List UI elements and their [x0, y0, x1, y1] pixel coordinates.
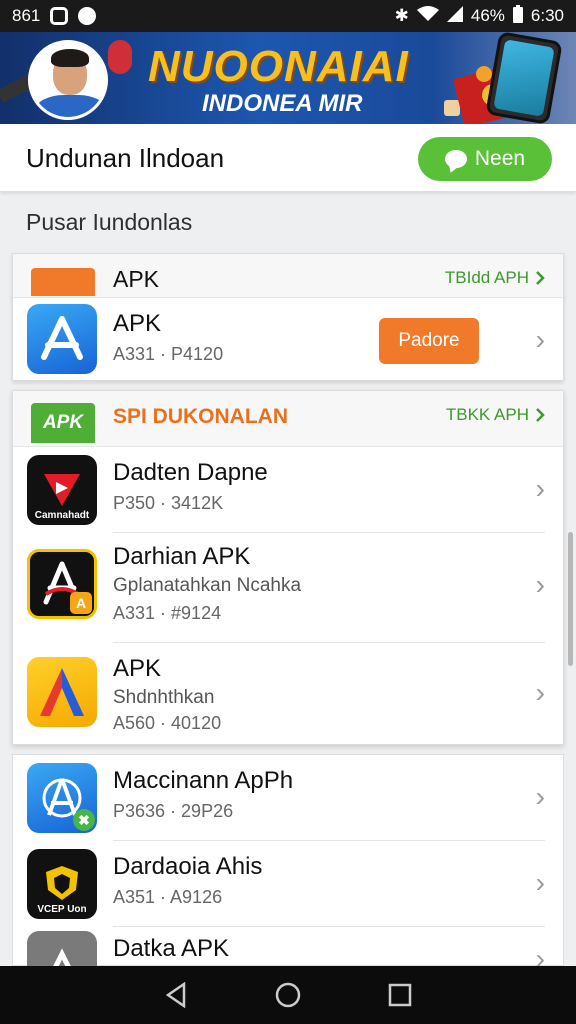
apk-badge: APK — [31, 403, 95, 443]
featured-more-link[interactable]: TBIdd APH — [445, 268, 545, 288]
promo-banner[interactable]: NUOONAIAI INDONEA MIR — [0, 32, 576, 124]
apk-triangle-icon — [27, 657, 97, 727]
app-name: Dadten Dapne — [113, 459, 268, 486]
recents-square-icon — [388, 983, 412, 1007]
app-name: APK — [113, 655, 162, 682]
coin-graphic — [476, 66, 492, 82]
bluetooth-icon: ✱ — [394, 6, 409, 25]
app-name: Datka APK — [113, 935, 230, 962]
chevron-right-icon: › — [535, 569, 545, 600]
back-triangle-icon — [165, 982, 186, 1008]
apk-logo-icon: A — [27, 549, 97, 619]
battery-icon — [512, 4, 523, 28]
icon-caption: Camnahadt — [34, 510, 90, 521]
chevron-right-icon — [536, 408, 545, 422]
shield-icon: VCEP Uon — [27, 849, 97, 919]
signal-icon — [446, 5, 463, 27]
featured-header-title: APK — [113, 266, 160, 292]
chevron-right-icon: › — [535, 867, 545, 898]
icon-caption: VCEP Uon — [37, 904, 87, 915]
system-navigation-bar — [0, 966, 576, 1024]
app-meta: P3636 · 29P26 — [113, 801, 234, 821]
list-item[interactable]: VCEP Uon Dardaoia Ahis A351 · A9126 › — [13, 841, 563, 927]
green-badge-icon: ✖ — [73, 809, 95, 831]
status-bar: 861 ✱ 46% 6:30 — [0, 0, 576, 32]
list-item[interactable]: A Darhian APK Gplanatahkan Ncahka A331 ·… — [13, 533, 563, 643]
chevron-right-icon: › — [535, 324, 545, 355]
recents-button[interactable] — [380, 975, 420, 1015]
featured-badge — [31, 268, 95, 296]
chevron-right-icon: › — [535, 943, 545, 967]
new-button-label: Neen — [474, 147, 526, 170]
app-meta: A351 · A9126 — [113, 887, 223, 907]
app-subtitle: Gplanatahkan Ncahka — [113, 575, 302, 596]
more-apps-card: ✖ Maccinann ApPh P3636 · 29P26 › VCEP Uo… — [12, 754, 564, 967]
chevron-right-icon: › — [535, 677, 545, 708]
microphone-icon — [108, 40, 132, 74]
banner-title: NUOONAIAI — [148, 42, 409, 91]
list-item[interactable]: ✖ Maccinann ApPh P3636 · 29P26 › — [13, 755, 563, 841]
icon-badge: A — [70, 592, 92, 614]
download-button[interactable]: Padore — [379, 318, 479, 364]
featured-more-label: TBIdd APH — [444, 268, 529, 287]
tool-icon — [27, 931, 97, 967]
decor-chip — [444, 100, 460, 116]
page-title: Undunan Ilndoan — [26, 143, 225, 173]
app-bar: Undunan Ilndoan Neen — [0, 124, 576, 192]
popular-header-title: SPI DUKONALAN — [113, 405, 289, 428]
featured-card: APK TBIdd APH APK A331 · P4120 Padore › — [12, 253, 564, 381]
back-button[interactable] — [156, 975, 196, 1015]
app-meta: A560 · 40120 — [113, 713, 222, 733]
app-meta: P350 · 3412K — [113, 493, 224, 513]
presenter-avatar — [28, 40, 108, 120]
chevron-right-icon: › — [535, 473, 545, 504]
app-name: APK — [113, 310, 162, 337]
list-item[interactable]: Datka APK › — [13, 927, 563, 967]
wifi-icon — [416, 5, 439, 27]
chevron-right-icon: › — [535, 781, 545, 812]
status-left-text: 861 — [12, 6, 41, 25]
app-meta: A331 · P4120 — [113, 344, 224, 364]
app-notification-icon — [78, 7, 97, 25]
battery-text: 46% — [470, 6, 505, 25]
list-item[interactable]: Camnahadt Dadten Dapne P350 · 3412K › — [13, 447, 563, 533]
featured-header[interactable]: APK TBIdd APH — [13, 254, 563, 298]
play-shield-icon: Camnahadt — [27, 455, 97, 525]
home-button[interactable] — [268, 975, 308, 1015]
clock: 6:30 — [530, 6, 564, 25]
phone-graphic — [485, 32, 563, 124]
app-subtitle: Shdnhthkan — [113, 687, 215, 708]
section-label: Pusar Iundonlas — [26, 209, 193, 235]
app-meta: A331 · #9124 — [113, 603, 222, 623]
popular-more-label: TBKK APH — [445, 405, 529, 424]
app-name: Dardaoia Ahis — [113, 853, 263, 880]
chevron-right-icon — [536, 271, 545, 285]
chat-bubble-icon — [444, 150, 467, 168]
app-name: Maccinann ApPh — [113, 767, 294, 794]
featured-app-row[interactable]: APK A331 · P4120 Padore › — [13, 298, 563, 382]
globe-a-icon: ✖ — [27, 763, 97, 833]
new-button[interactable]: Neen — [418, 137, 552, 181]
app-store-icon — [27, 304, 97, 374]
scrollbar[interactable] — [568, 532, 573, 666]
popular-card: APK SPI DUKONALAN TBKK APH Camnahadt Dad… — [12, 390, 564, 745]
home-circle-icon — [275, 982, 301, 1008]
banner-subtitle: INDONEA MIR — [202, 90, 363, 117]
popular-header[interactable]: APK SPI DUKONALAN TBKK APH — [13, 391, 563, 447]
popular-more-link[interactable]: TBKK APH — [446, 405, 545, 425]
list-item[interactable]: APK Shdnhthkan A560 · 40120 › — [13, 643, 563, 746]
notification-icon — [50, 7, 69, 25]
app-name: Darhian APK — [113, 543, 251, 570]
